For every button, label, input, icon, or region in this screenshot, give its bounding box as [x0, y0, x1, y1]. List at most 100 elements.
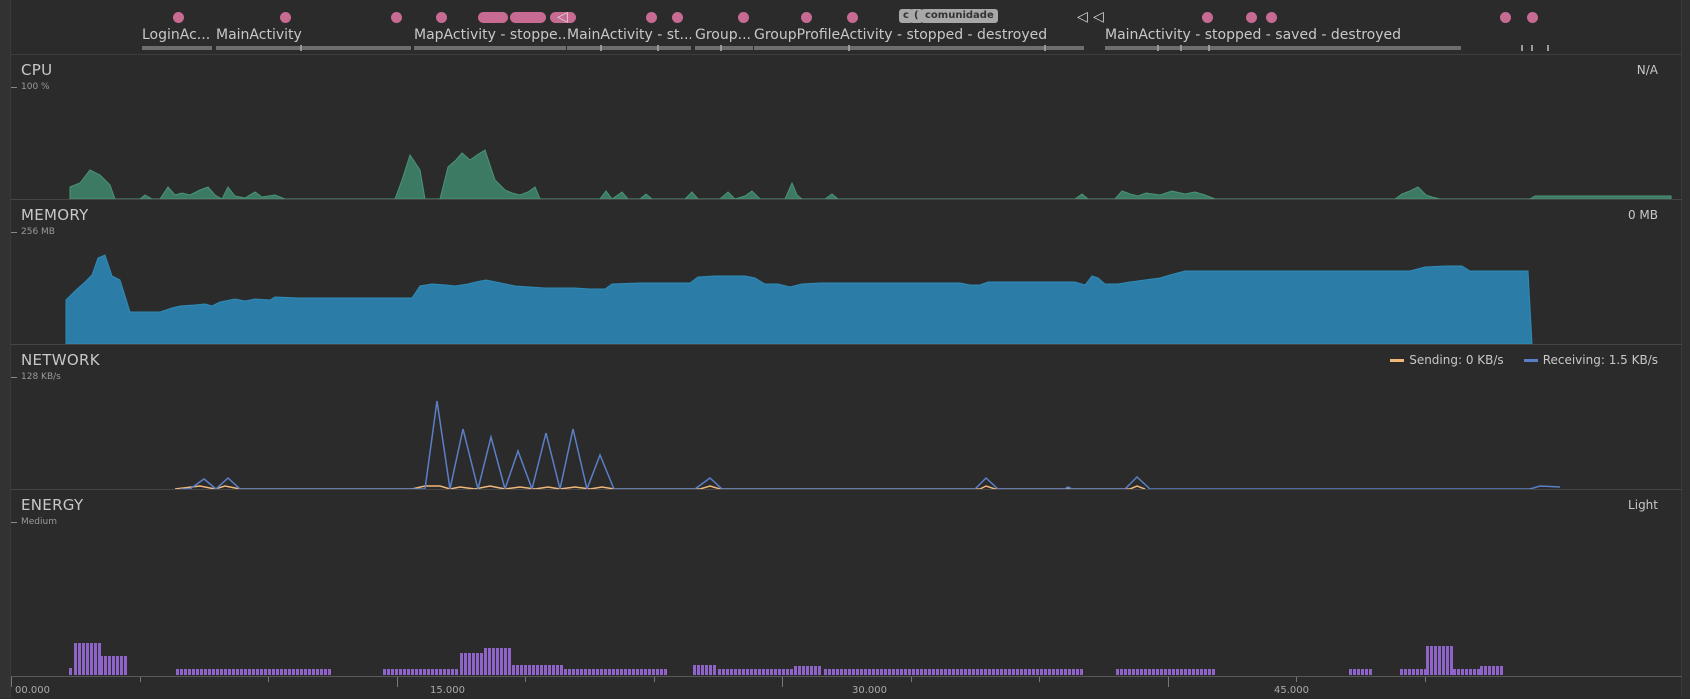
lifecycle-marker	[1521, 45, 1523, 51]
energy-bar	[984, 669, 987, 675]
energy-bar	[248, 669, 251, 675]
energy-bar	[636, 669, 639, 675]
energy-bar	[1488, 666, 1491, 675]
touch-event-dot[interactable]	[1527, 12, 1538, 23]
energy-bar	[1465, 669, 1468, 675]
energy-bar	[584, 669, 587, 675]
energy-bar	[936, 669, 939, 675]
energy-bar	[624, 669, 627, 675]
energy-bar	[1152, 669, 1155, 675]
activity-label[interactable]: GroupProfileActivity - stopped - destroy…	[754, 27, 1047, 43]
energy-bar	[192, 669, 195, 675]
fragment-tag-comunidade[interactable]: comunidade	[921, 9, 998, 23]
activity-lifecycle-bar[interactable]	[567, 46, 691, 50]
cpu-panel[interactable]: CPU 100 % N/A	[11, 55, 1682, 200]
touch-event-dot[interactable]	[436, 12, 447, 23]
energy-bar	[516, 665, 519, 675]
energy-bar	[576, 669, 579, 675]
energy-bar	[1128, 669, 1131, 675]
energy-bar	[1052, 669, 1055, 675]
touch-event-dot[interactable]	[672, 12, 683, 23]
activity-lifecycle-bar[interactable]	[142, 46, 212, 50]
touch-event-dot[interactable]	[801, 12, 812, 23]
touch-event-dot[interactable]	[1202, 12, 1213, 23]
energy-bar	[1020, 669, 1023, 675]
energy-bar	[900, 669, 903, 675]
energy-bar	[734, 669, 737, 675]
energy-bar	[1172, 669, 1175, 675]
touch-event-dot[interactable]	[280, 12, 291, 23]
energy-bar	[1164, 669, 1167, 675]
activity-label[interactable]: Group...	[695, 27, 751, 43]
activity-label[interactable]: MainActivity	[216, 27, 302, 43]
energy-bar	[472, 653, 475, 675]
energy-bar	[1032, 669, 1035, 675]
energy-bar	[1120, 669, 1123, 675]
energy-bar	[468, 653, 471, 675]
network-scale: 128 KB/s	[11, 372, 61, 382]
touch-event-dot[interactable]	[1246, 12, 1257, 23]
energy-chart	[69, 643, 1503, 675]
touch-event-dot[interactable]	[738, 12, 749, 23]
energy-bar	[940, 669, 943, 675]
energy-bar	[592, 669, 595, 675]
activity-lifecycle-bar[interactable]	[695, 46, 753, 50]
activity-label[interactable]: MapActivity - stoppe...	[414, 27, 566, 43]
energy-bar	[1430, 646, 1433, 675]
touch-gesture-pill[interactable]	[510, 12, 546, 23]
energy-bar	[980, 669, 983, 675]
lifecycle-marker	[1044, 45, 1046, 51]
energy-bar	[766, 669, 769, 675]
memory-value: 0 MB	[1627, 208, 1658, 222]
energy-bar	[264, 669, 267, 675]
energy-bar	[697, 665, 700, 675]
network-receiving-line	[180, 400, 1561, 489]
energy-bar	[1176, 669, 1179, 675]
energy-bar	[411, 669, 414, 675]
activity-label[interactable]: LoginAc...	[142, 27, 210, 43]
energy-bar	[596, 669, 599, 675]
touch-event-dot[interactable]	[391, 12, 402, 23]
touch-event-dot[interactable]	[1266, 12, 1277, 23]
energy-bar	[616, 669, 619, 675]
energy-bar	[439, 669, 442, 675]
activity-lifecycle-bar[interactable]	[216, 46, 411, 50]
energy-bar	[240, 669, 243, 675]
profiler-tracks[interactable]: CPU 100 % N/A MEMORY 256 MB 0 MB NETWORK…	[11, 55, 1682, 675]
cpu-scale: 100 %	[11, 82, 50, 92]
network-panel[interactable]: NETWORK 128 KB/s Sending: 0 KB/s Receivi…	[11, 345, 1682, 490]
energy-bar	[964, 669, 967, 675]
activity-label[interactable]: MainActivity - stopped - saved - destroy…	[1105, 27, 1401, 43]
energy-bar	[836, 669, 839, 675]
touch-event-dot[interactable]	[847, 12, 858, 23]
energy-bar	[244, 669, 247, 675]
sending-swatch-icon	[1390, 358, 1405, 362]
touch-event-dot[interactable]	[1500, 12, 1511, 23]
memory-usage-area	[65, 254, 1533, 344]
back-press-icon: ◁	[557, 9, 568, 25]
energy-bar	[220, 669, 223, 675]
memory-scale: 256 MB	[11, 227, 55, 237]
energy-bar	[1056, 669, 1059, 675]
memory-panel[interactable]: MEMORY 256 MB 0 MB	[11, 200, 1682, 345]
touch-gesture-pill[interactable]	[478, 12, 508, 23]
energy-bar	[794, 666, 797, 675]
activity-lifecycle-bar[interactable]	[414, 46, 566, 50]
event-timeline[interactable]: c ( comunidade ◁ ◁ ◁ LoginAc... MainActiv…	[11, 0, 1682, 55]
energy-panel[interactable]: ENERGY Medium Light	[11, 490, 1682, 675]
energy-bar	[968, 669, 971, 675]
right-scrollbar[interactable]	[1681, 0, 1690, 698]
time-axis[interactable]: 00.000 15.000 30.000 45.000	[11, 676, 1682, 699]
energy-bar	[628, 669, 631, 675]
energy-bar	[292, 669, 295, 675]
energy-bar	[451, 669, 454, 675]
energy-bar	[802, 666, 805, 675]
energy-bar	[738, 669, 741, 675]
energy-bar	[204, 669, 207, 675]
axis-tick	[910, 677, 912, 682]
activity-lifecycle-bar[interactable]	[754, 46, 1084, 50]
energy-bar	[972, 669, 975, 675]
touch-event-dot[interactable]	[173, 12, 184, 23]
activity-label[interactable]: MainActivity - st...	[567, 27, 691, 43]
touch-event-dot[interactable]	[646, 12, 657, 23]
